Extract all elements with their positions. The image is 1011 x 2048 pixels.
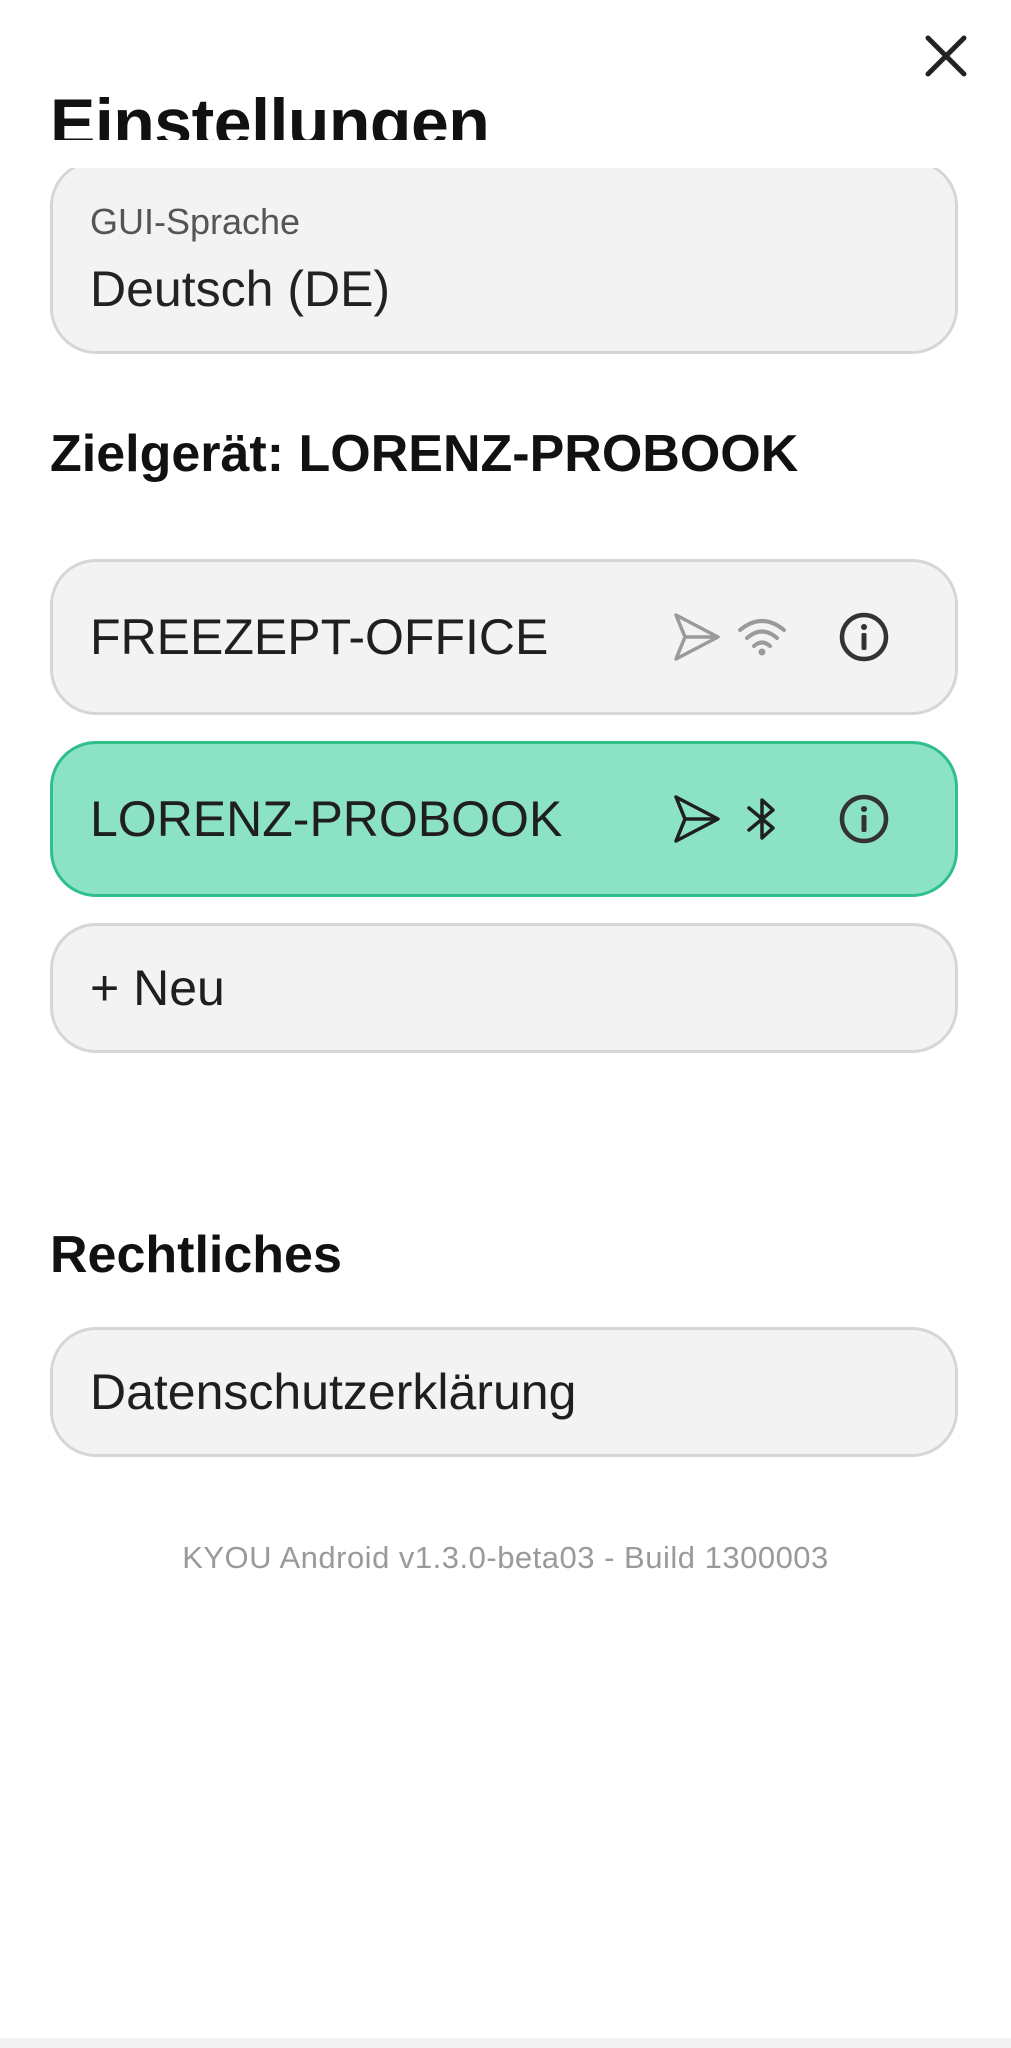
scroll-edge bbox=[0, 140, 1011, 168]
info-icon[interactable] bbox=[836, 791, 892, 847]
language-value[interactable]: Deutsch (DE) bbox=[90, 260, 390, 318]
device-label: FREEZEPT-OFFICE bbox=[90, 609, 549, 665]
close-button[interactable] bbox=[916, 28, 976, 88]
add-device-button[interactable]: + Neu bbox=[50, 923, 958, 1053]
privacy-policy-button[interactable]: Datenschutzerklärung bbox=[50, 1327, 958, 1457]
privacy-policy-label: Datenschutzerklärung bbox=[90, 1364, 577, 1420]
device-item-lorenz-probook[interactable]: LORENZ-PROBOOK bbox=[50, 741, 958, 897]
add-device-label: + Neu bbox=[90, 960, 225, 1016]
target-device-heading: Zielgerät: LORENZ-PROBOOK bbox=[50, 425, 799, 483]
close-icon[interactable] bbox=[922, 32, 970, 85]
language-label: GUI-Sprache bbox=[90, 201, 301, 242]
device-label: LORENZ-PROBOOK bbox=[90, 791, 563, 847]
send-icon[interactable] bbox=[668, 609, 724, 665]
legal-heading: Rechtliches bbox=[50, 1226, 342, 1284]
info-icon[interactable] bbox=[836, 609, 892, 665]
bluetooth-icon bbox=[735, 792, 789, 846]
device-item-freezept-office[interactable]: FREEZEPT-OFFICE bbox=[50, 559, 958, 715]
send-icon[interactable] bbox=[668, 791, 724, 847]
wifi-icon bbox=[735, 610, 789, 664]
version-info: KYOU Android v1.3.0-beta03 - Build 13000… bbox=[182, 1540, 829, 1575]
bottom-edge bbox=[0, 2038, 1011, 2048]
language-select[interactable]: GUI-Sprache Deutsch (DE) bbox=[50, 160, 958, 354]
